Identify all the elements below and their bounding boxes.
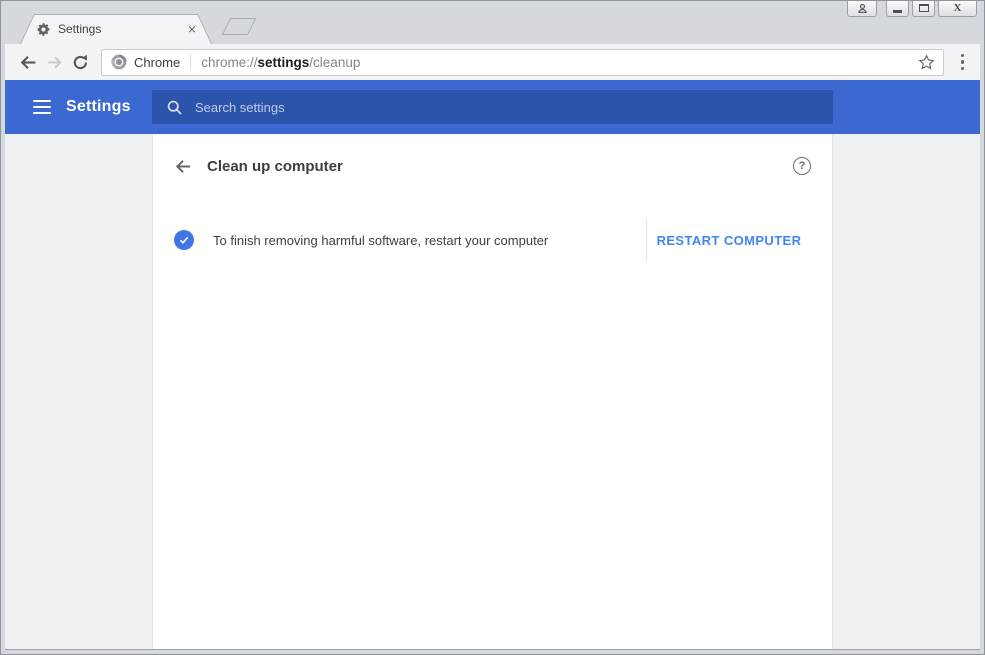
page-title: Clean up computer bbox=[207, 157, 343, 175]
bookmark-star-icon[interactable] bbox=[917, 53, 935, 71]
tab-close-icon[interactable]: × bbox=[188, 22, 196, 36]
minimize-icon bbox=[893, 10, 902, 13]
back-arrow-icon bbox=[20, 55, 35, 69]
reload-icon bbox=[73, 54, 87, 69]
cleanup-card: Clean up computer ? To finish removing h… bbox=[152, 134, 833, 649]
maximize-button[interactable] bbox=[912, 0, 935, 17]
settings-header: Settings bbox=[5, 80, 980, 134]
settings-search[interactable] bbox=[152, 90, 833, 124]
back-button[interactable] bbox=[15, 52, 41, 73]
close-button[interactable]: X bbox=[938, 0, 977, 17]
restart-computer-button[interactable]: RESTART COMPUTER bbox=[647, 233, 811, 248]
omnibox-divider bbox=[190, 54, 192, 70]
browser-window: Settings × X Chrome chrome://settings/cl… bbox=[0, 0, 985, 655]
close-icon: X bbox=[953, 2, 962, 14]
help-icon[interactable]: ? bbox=[793, 157, 811, 175]
forward-arrow-icon bbox=[47, 56, 62, 68]
profile-button[interactable] bbox=[847, 0, 877, 17]
settings-title: Settings bbox=[66, 98, 131, 115]
site-label: Chrome bbox=[134, 54, 181, 70]
new-tab-button[interactable] bbox=[221, 18, 257, 35]
menu-icon[interactable] bbox=[31, 98, 53, 116]
url-host: settings bbox=[257, 54, 310, 70]
url-scheme: chrome:// bbox=[201, 54, 258, 70]
chrome-logo-icon bbox=[111, 54, 127, 70]
settings-content: Clean up computer ? To finish removing h… bbox=[5, 134, 980, 650]
back-arrow-button[interactable] bbox=[174, 157, 193, 176]
tab-title: Settings bbox=[58, 22, 102, 36]
tab-strip: Settings × X bbox=[5, 0, 980, 44]
address-bar[interactable]: Chrome chrome://settings/cleanup bbox=[101, 48, 944, 76]
minimize-button[interactable] bbox=[886, 0, 909, 17]
tab-settings[interactable]: Settings × bbox=[20, 14, 212, 44]
reload-button[interactable] bbox=[67, 53, 93, 72]
maximize-icon bbox=[918, 4, 929, 12]
url-text: chrome://settings/cleanup bbox=[201, 55, 360, 70]
restart-row: To finish removing harmful software, res… bbox=[153, 198, 832, 282]
subpage-header: Clean up computer ? bbox=[153, 134, 832, 198]
check-circle-icon bbox=[174, 230, 194, 250]
url-path: /cleanup bbox=[309, 54, 361, 70]
gear-icon bbox=[37, 22, 50, 36]
forward-button[interactable] bbox=[41, 53, 67, 72]
browser-menu-button[interactable] bbox=[957, 50, 969, 75]
search-input[interactable] bbox=[183, 90, 833, 124]
person-icon bbox=[857, 3, 868, 14]
window-controls: X bbox=[847, 0, 977, 17]
restart-message: To finish removing harmful software, res… bbox=[213, 232, 549, 248]
search-icon bbox=[166, 99, 183, 116]
browser-toolbar: Chrome chrome://settings/cleanup bbox=[5, 44, 980, 80]
